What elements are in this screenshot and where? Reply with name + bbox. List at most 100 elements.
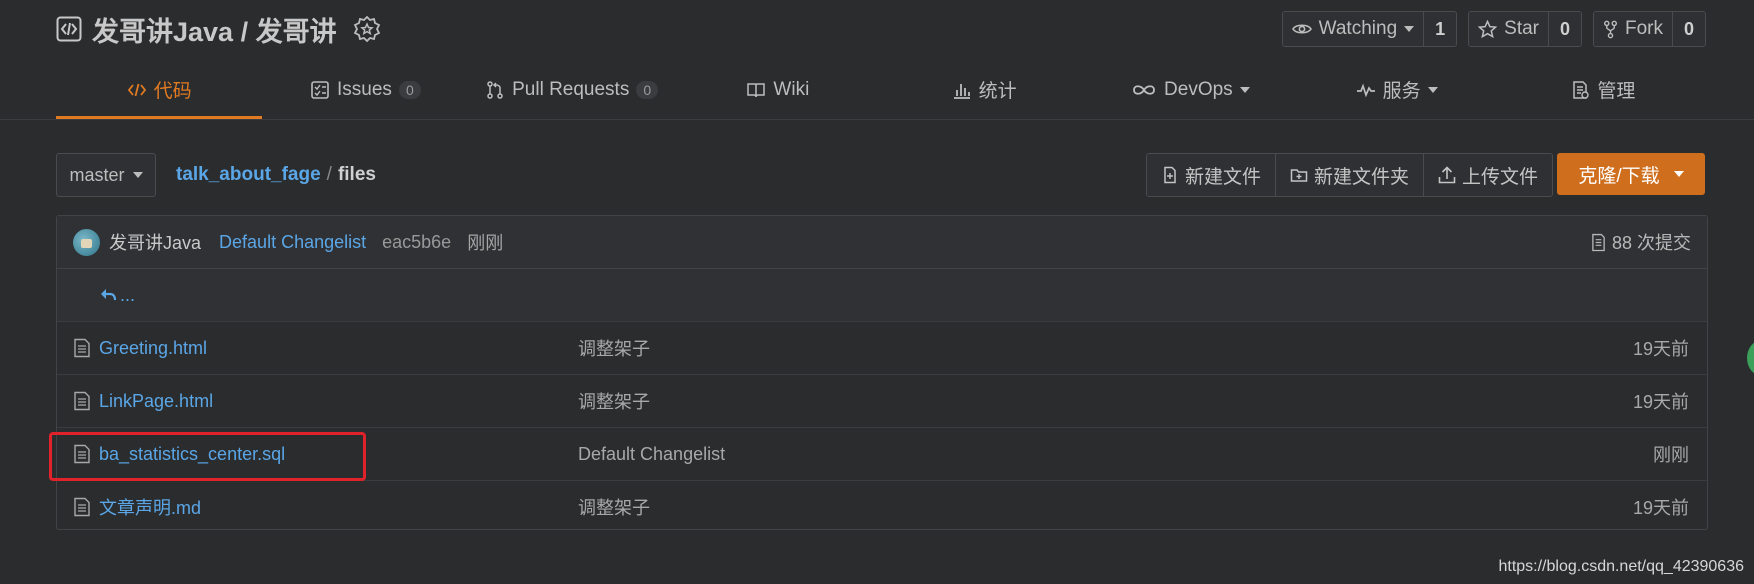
star-label-wrap[interactable]: Star [1469, 12, 1549, 46]
breadcrumb-root-link[interactable]: talk_about_fage [176, 164, 321, 186]
file-name: LinkPage.html [99, 390, 214, 411]
watch-count[interactable]: 1 [1424, 12, 1457, 46]
floating-helper-button[interactable] [1747, 340, 1754, 376]
commit-log-icon [1591, 233, 1606, 252]
commit-message[interactable]: Default Changelist [219, 232, 366, 253]
new-file-label: 新建文件 [1185, 166, 1262, 188]
file-commit-time: 刚刚 [1653, 445, 1689, 465]
chevron-down-icon [1427, 86, 1438, 93]
file-link[interactable]: LinkPage.html [73, 375, 213, 427]
commit-count-link[interactable]: 88 次提交 [1591, 229, 1691, 255]
avatar[interactable] [73, 228, 100, 256]
repo-title: 发哥讲Java / 发哥讲 [56, 9, 381, 49]
commit-sha[interactable]: eac5b6e [382, 232, 451, 253]
file-commit-time: 19天前 [1632, 339, 1689, 359]
table-row[interactable]: Greeting.html 调整架子 19天前 [57, 322, 1707, 375]
tab-issues[interactable]: Issues 0 [262, 60, 468, 119]
upload-file-label: 上传文件 [1462, 166, 1539, 188]
breadcrumb-separator: / [326, 164, 332, 185]
latest-commit-bar: 发哥讲Java Default Changelist eac5b6e 刚刚 88… [57, 216, 1707, 269]
recommend-badge-icon[interactable] [353, 15, 381, 43]
new-file-icon [1161, 166, 1179, 184]
fork-label: Fork [1625, 18, 1663, 39]
file-commit-message[interactable]: 调整架子 [578, 322, 650, 374]
file-commit-message[interactable]: Default Changelist [578, 428, 725, 480]
fork-button[interactable]: Fork 0 [1593, 11, 1706, 47]
file-commit-message[interactable]: 调整架子 [578, 481, 650, 533]
tab-code-label: 代码 [153, 81, 192, 102]
issues-count-badge: 0 [398, 80, 421, 99]
table-row[interactable]: 文章声明.md 调整架子 19天前 [57, 481, 1707, 533]
tab-services[interactable]: 服务 [1294, 60, 1500, 119]
code-icon [127, 80, 147, 100]
infinity-icon [1131, 80, 1157, 100]
tab-statistics[interactable]: 统计 [881, 60, 1087, 119]
file-link[interactable]: 文章声明.md [73, 481, 201, 533]
file-commit-time: 19天前 [1632, 498, 1689, 518]
tab-code[interactable]: 代码 [56, 60, 263, 119]
tab-wiki-label: Wiki [773, 78, 810, 100]
tab-issues-label: Issues [337, 78, 392, 100]
parent-directory-label: ... [120, 284, 136, 305]
tab-pull-requests[interactable]: Pull Requests 0 [469, 60, 675, 119]
reply-arrow-icon [99, 287, 117, 303]
watch-label: Watching [1318, 18, 1398, 39]
watch-button[interactable]: Watching 1 [1281, 11, 1458, 47]
annotation-highlight-box [49, 432, 366, 481]
tab-devops-label: DevOps [1164, 78, 1233, 100]
eye-icon [1291, 22, 1312, 36]
repo-tabs: 代码 Issues 0 Pull Requests 0 Wiki 统计 DevO… [56, 60, 1706, 119]
pull-requests-count-badge: 0 [636, 80, 659, 99]
pull-request-icon [485, 80, 505, 100]
file-commit-time: 19天前 [1632, 392, 1689, 412]
tab-services-label: 服务 [1382, 81, 1421, 102]
new-file-button[interactable]: 新建文件 [1147, 154, 1277, 196]
commit-count: 88 次提交 [1611, 233, 1691, 253]
file-commit-message[interactable]: 调整架子 [578, 375, 650, 427]
branch-select[interactable]: master [56, 153, 156, 197]
branch-name: master [69, 164, 125, 185]
pulse-icon [1356, 80, 1376, 100]
breadcrumb-current: files [337, 164, 376, 185]
repo-actions: Watching 1 Star 0 Fork 0 [1281, 11, 1706, 47]
watermark: https://blog.csdn.net/qq_42390636 [1498, 558, 1744, 575]
fork-icon [1603, 20, 1618, 39]
file-actions: 新建文件 新建文件夹 上传文件 [1146, 153, 1554, 197]
code-repo-icon [56, 16, 82, 42]
new-folder-button[interactable]: 新建文件夹 [1276, 154, 1425, 196]
file-icon [73, 497, 91, 517]
star-button[interactable]: Star 0 [1468, 11, 1582, 47]
repo-title-link[interactable]: 发哥讲Java / 发哥讲 [92, 10, 337, 49]
chevron-down-icon [1404, 26, 1415, 32]
chevron-down-icon [1673, 171, 1684, 177]
star-count[interactable]: 0 [1549, 12, 1581, 46]
file-name: Greeting.html [99, 337, 208, 358]
parent-directory-link[interactable]: ... [99, 269, 135, 321]
fork-label-wrap[interactable]: Fork [1594, 12, 1673, 46]
tab-pull-requests-label: Pull Requests [512, 78, 630, 100]
bar-chart-icon [952, 80, 972, 100]
settings-doc-icon [1570, 80, 1590, 100]
file-name: 文章声明.md [99, 498, 202, 518]
parent-directory-row[interactable]: ... [57, 269, 1707, 322]
tab-manage-label: 管理 [1597, 81, 1636, 102]
tab-statistics-label: 统计 [978, 81, 1017, 102]
file-list-panel: 发哥讲Java Default Changelist eac5b6e 刚刚 88… [56, 215, 1708, 530]
breadcrumb: talk_about_fage / files [176, 164, 376, 186]
upload-file-button[interactable]: 上传文件 [1424, 154, 1553, 196]
star-label: Star [1504, 18, 1539, 39]
book-icon [746, 80, 766, 100]
file-link[interactable]: Greeting.html [73, 322, 207, 374]
table-row[interactable]: LinkPage.html 调整架子 19天前 [57, 375, 1707, 428]
file-icon [73, 338, 91, 358]
tab-devops[interactable]: DevOps [1087, 60, 1293, 119]
new-folder-label: 新建文件夹 [1314, 166, 1410, 188]
commit-author[interactable]: 发哥讲Java [109, 229, 201, 255]
star-icon [1478, 19, 1498, 39]
watch-label-wrap[interactable]: Watching [1282, 12, 1425, 46]
clone-download-button[interactable]: 克隆/下载 [1557, 153, 1705, 195]
tab-wiki[interactable]: Wiki [675, 60, 881, 119]
repo-header: 发哥讲Java / 发哥讲 Watching 1 Star 0 Fork 0 代… [0, 0, 1754, 120]
fork-count[interactable]: 0 [1673, 12, 1705, 46]
tab-manage[interactable]: 管理 [1500, 60, 1706, 119]
